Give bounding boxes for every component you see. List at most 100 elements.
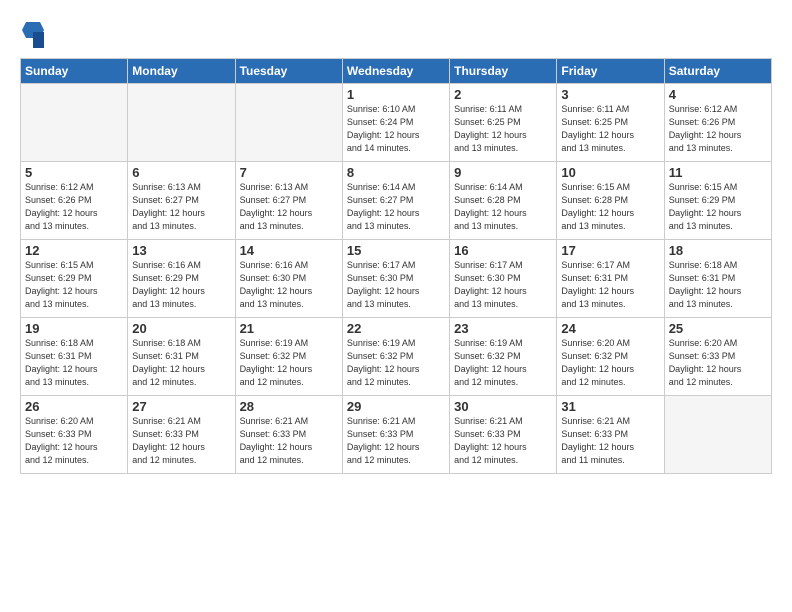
day-number: 17 <box>561 243 659 258</box>
day-number: 9 <box>454 165 552 180</box>
day-cell-6: 6Sunrise: 6:13 AM Sunset: 6:27 PM Daylig… <box>128 162 235 240</box>
day-info: Sunrise: 6:14 AM Sunset: 6:27 PM Dayligh… <box>347 181 445 233</box>
day-info: Sunrise: 6:20 AM Sunset: 6:33 PM Dayligh… <box>25 415 123 467</box>
day-cell-15: 15Sunrise: 6:17 AM Sunset: 6:30 PM Dayli… <box>342 240 449 318</box>
day-info: Sunrise: 6:20 AM Sunset: 6:33 PM Dayligh… <box>669 337 767 389</box>
day-number: 30 <box>454 399 552 414</box>
day-number: 1 <box>347 87 445 102</box>
day-cell-20: 20Sunrise: 6:18 AM Sunset: 6:31 PM Dayli… <box>128 318 235 396</box>
day-cell-16: 16Sunrise: 6:17 AM Sunset: 6:30 PM Dayli… <box>450 240 557 318</box>
day-cell-30: 30Sunrise: 6:21 AM Sunset: 6:33 PM Dayli… <box>450 396 557 474</box>
day-number: 8 <box>347 165 445 180</box>
day-number: 10 <box>561 165 659 180</box>
empty-cell <box>128 84 235 162</box>
day-number: 31 <box>561 399 659 414</box>
day-cell-23: 23Sunrise: 6:19 AM Sunset: 6:32 PM Dayli… <box>450 318 557 396</box>
logo <box>20 20 44 48</box>
weekday-header-tuesday: Tuesday <box>235 59 342 84</box>
day-cell-1: 1Sunrise: 6:10 AM Sunset: 6:24 PM Daylig… <box>342 84 449 162</box>
empty-cell <box>664 396 771 474</box>
day-cell-2: 2Sunrise: 6:11 AM Sunset: 6:25 PM Daylig… <box>450 84 557 162</box>
day-cell-18: 18Sunrise: 6:18 AM Sunset: 6:31 PM Dayli… <box>664 240 771 318</box>
header <box>20 20 772 48</box>
page: SundayMondayTuesdayWednesdayThursdayFrid… <box>0 0 792 612</box>
day-number: 28 <box>240 399 338 414</box>
day-info: Sunrise: 6:17 AM Sunset: 6:31 PM Dayligh… <box>561 259 659 311</box>
day-number: 23 <box>454 321 552 336</box>
day-info: Sunrise: 6:21 AM Sunset: 6:33 PM Dayligh… <box>240 415 338 467</box>
day-info: Sunrise: 6:19 AM Sunset: 6:32 PM Dayligh… <box>240 337 338 389</box>
day-cell-10: 10Sunrise: 6:15 AM Sunset: 6:28 PM Dayli… <box>557 162 664 240</box>
logo-icon <box>22 22 44 48</box>
day-info: Sunrise: 6:21 AM Sunset: 6:33 PM Dayligh… <box>561 415 659 467</box>
day-number: 29 <box>347 399 445 414</box>
day-number: 16 <box>454 243 552 258</box>
day-info: Sunrise: 6:19 AM Sunset: 6:32 PM Dayligh… <box>454 337 552 389</box>
day-info: Sunrise: 6:12 AM Sunset: 6:26 PM Dayligh… <box>25 181 123 233</box>
day-number: 11 <box>669 165 767 180</box>
day-number: 19 <box>25 321 123 336</box>
week-row-5: 26Sunrise: 6:20 AM Sunset: 6:33 PM Dayli… <box>21 396 772 474</box>
day-cell-26: 26Sunrise: 6:20 AM Sunset: 6:33 PM Dayli… <box>21 396 128 474</box>
weekday-header-monday: Monday <box>128 59 235 84</box>
day-number: 7 <box>240 165 338 180</box>
day-info: Sunrise: 6:11 AM Sunset: 6:25 PM Dayligh… <box>454 103 552 155</box>
day-cell-9: 9Sunrise: 6:14 AM Sunset: 6:28 PM Daylig… <box>450 162 557 240</box>
day-info: Sunrise: 6:16 AM Sunset: 6:29 PM Dayligh… <box>132 259 230 311</box>
day-info: Sunrise: 6:21 AM Sunset: 6:33 PM Dayligh… <box>454 415 552 467</box>
day-cell-13: 13Sunrise: 6:16 AM Sunset: 6:29 PM Dayli… <box>128 240 235 318</box>
day-info: Sunrise: 6:14 AM Sunset: 6:28 PM Dayligh… <box>454 181 552 233</box>
day-number: 12 <box>25 243 123 258</box>
weekday-header-sunday: Sunday <box>21 59 128 84</box>
empty-cell <box>235 84 342 162</box>
day-number: 18 <box>669 243 767 258</box>
day-cell-4: 4Sunrise: 6:12 AM Sunset: 6:26 PM Daylig… <box>664 84 771 162</box>
day-cell-8: 8Sunrise: 6:14 AM Sunset: 6:27 PM Daylig… <box>342 162 449 240</box>
day-info: Sunrise: 6:19 AM Sunset: 6:32 PM Dayligh… <box>347 337 445 389</box>
day-cell-29: 29Sunrise: 6:21 AM Sunset: 6:33 PM Dayli… <box>342 396 449 474</box>
day-number: 27 <box>132 399 230 414</box>
day-info: Sunrise: 6:10 AM Sunset: 6:24 PM Dayligh… <box>347 103 445 155</box>
day-cell-19: 19Sunrise: 6:18 AM Sunset: 6:31 PM Dayli… <box>21 318 128 396</box>
day-cell-14: 14Sunrise: 6:16 AM Sunset: 6:30 PM Dayli… <box>235 240 342 318</box>
day-cell-7: 7Sunrise: 6:13 AM Sunset: 6:27 PM Daylig… <box>235 162 342 240</box>
day-number: 13 <box>132 243 230 258</box>
day-info: Sunrise: 6:13 AM Sunset: 6:27 PM Dayligh… <box>240 181 338 233</box>
day-cell-12: 12Sunrise: 6:15 AM Sunset: 6:29 PM Dayli… <box>21 240 128 318</box>
day-info: Sunrise: 6:12 AM Sunset: 6:26 PM Dayligh… <box>669 103 767 155</box>
day-info: Sunrise: 6:18 AM Sunset: 6:31 PM Dayligh… <box>132 337 230 389</box>
day-info: Sunrise: 6:17 AM Sunset: 6:30 PM Dayligh… <box>454 259 552 311</box>
day-info: Sunrise: 6:11 AM Sunset: 6:25 PM Dayligh… <box>561 103 659 155</box>
week-row-3: 12Sunrise: 6:15 AM Sunset: 6:29 PM Dayli… <box>21 240 772 318</box>
day-info: Sunrise: 6:15 AM Sunset: 6:29 PM Dayligh… <box>25 259 123 311</box>
day-number: 5 <box>25 165 123 180</box>
weekday-header-wednesday: Wednesday <box>342 59 449 84</box>
day-info: Sunrise: 6:20 AM Sunset: 6:32 PM Dayligh… <box>561 337 659 389</box>
week-row-4: 19 Sunrise: 6:18 AM Sunset: 6:31 PM Dayli… <box>21 318 772 396</box>
day-number: 25 <box>669 321 767 336</box>
day-info: Sunrise: 6:21 AM Sunset: 6:33 PM Dayligh… <box>132 415 230 467</box>
weekday-header-friday: Friday <box>557 59 664 84</box>
day-number: 24 <box>561 321 659 336</box>
calendar: SundayMondayTuesdayWednesdayThursdayFrid… <box>20 58 772 474</box>
day-number: 4 <box>669 87 767 102</box>
day-info: Sunrise: 6:15 AM Sunset: 6:28 PM Dayligh… <box>561 181 659 233</box>
day-cell-17: 17Sunrise: 6:17 AM Sunset: 6:31 PM Dayli… <box>557 240 664 318</box>
day-number: 20 <box>132 321 230 336</box>
day-number: 26 <box>25 399 123 414</box>
day-number: 6 <box>132 165 230 180</box>
week-row-2: 5Sunrise: 6:12 AM Sunset: 6:26 PM Daylig… <box>21 162 772 240</box>
day-info: Sunrise: 6:13 AM Sunset: 6:27 PM Dayligh… <box>132 181 230 233</box>
day-cell-5: 5Sunrise: 6:12 AM Sunset: 6:26 PM Daylig… <box>21 162 128 240</box>
day-cell-3: 3Sunrise: 6:11 AM Sunset: 6:25 PM Daylig… <box>557 84 664 162</box>
day-info: Sunrise: 6:16 AM Sunset: 6:30 PM Dayligh… <box>240 259 338 311</box>
day-cell-31: 31Sunrise: 6:21 AM Sunset: 6:33 PM Dayli… <box>557 396 664 474</box>
day-number: 15 <box>347 243 445 258</box>
day-info: Sunrise: 6:21 AM Sunset: 6:33 PM Dayligh… <box>347 415 445 467</box>
day-cell-27: 27Sunrise: 6:21 AM Sunset: 6:33 PM Dayli… <box>128 396 235 474</box>
weekday-header-row: SundayMondayTuesdayWednesdayThursdayFrid… <box>21 59 772 84</box>
day-info: Sunrise: 6:17 AM Sunset: 6:30 PM Dayligh… <box>347 259 445 311</box>
weekday-header-thursday: Thursday <box>450 59 557 84</box>
day-cell-22: 22Sunrise: 6:19 AM Sunset: 6:32 PM Dayli… <box>342 318 449 396</box>
weekday-header-saturday: Saturday <box>664 59 771 84</box>
